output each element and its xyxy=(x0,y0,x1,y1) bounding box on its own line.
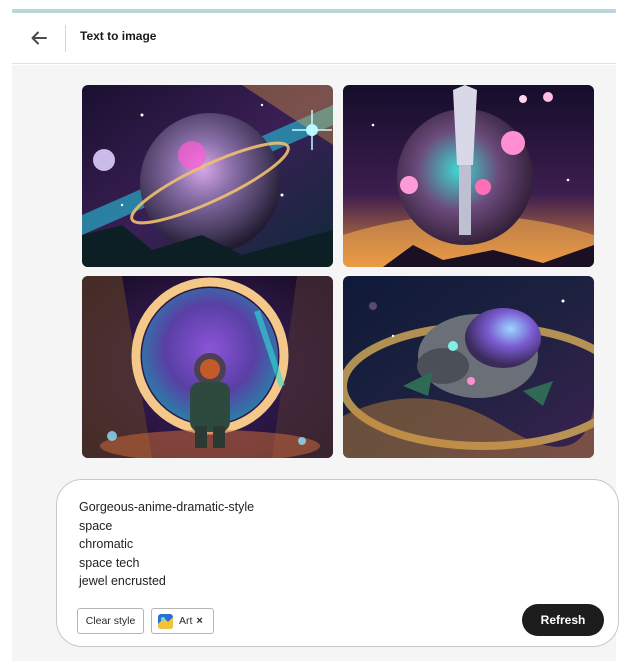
generated-image-2[interactable] xyxy=(343,85,594,267)
header-bar: Text to image xyxy=(12,13,616,64)
clear-style-button[interactable]: Clear style xyxy=(77,608,144,634)
art-style-thumbnail-icon xyxy=(158,613,173,629)
prompt-panel: Gorgeous-anime-dramatic-style space chro… xyxy=(56,479,619,647)
header-divider xyxy=(65,25,66,52)
refresh-button[interactable]: Refresh xyxy=(522,604,604,636)
page-title: Text to image xyxy=(80,29,157,43)
generated-image-4[interactable] xyxy=(343,276,594,458)
prompt-line: jewel encrusted xyxy=(79,574,166,588)
generated-image-3[interactable] xyxy=(82,276,333,458)
prompt-line: Gorgeous-anime-dramatic-style xyxy=(79,500,255,514)
prompt-line: space xyxy=(79,518,113,533)
remove-style-icon[interactable]: × xyxy=(196,615,202,627)
generated-image-1[interactable] xyxy=(82,85,333,267)
prompt-input[interactable]: Gorgeous-anime-dramatic-style space chro… xyxy=(79,498,589,591)
back-button[interactable] xyxy=(26,25,52,51)
canvas-area: Gorgeous-anime-dramatic-style space chro… xyxy=(12,65,619,661)
arrow-left-icon xyxy=(31,31,47,45)
prompt-line: chromatic xyxy=(79,537,134,551)
art-style-chip[interactable]: Art × xyxy=(151,608,214,634)
art-style-chip-label: Art xyxy=(179,615,193,627)
prompt-line: space tech xyxy=(79,555,140,570)
